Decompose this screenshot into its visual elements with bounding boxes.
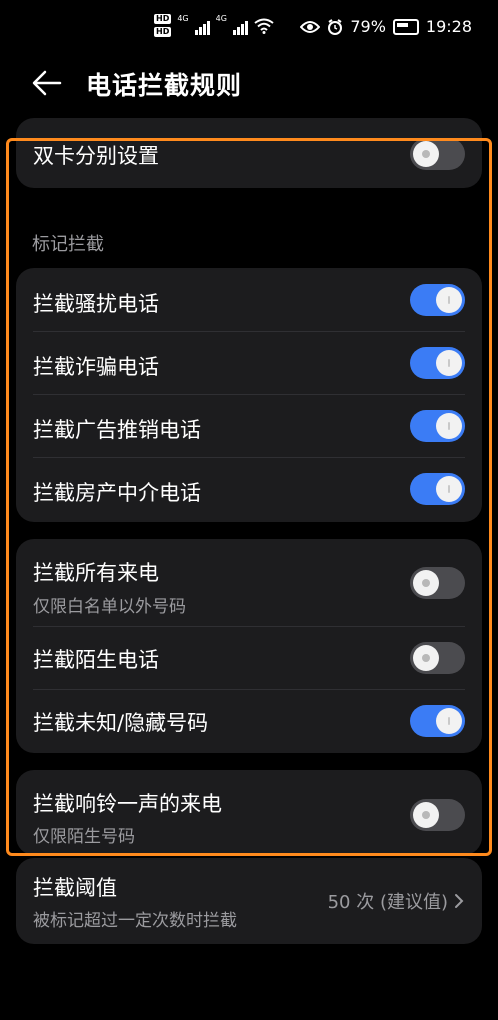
threshold-label: 拦截阈值 (33, 876, 117, 900)
row-unknown[interactable]: 拦截未知/隐藏号码 (16, 689, 482, 753)
signal-icon-2 (232, 17, 248, 35)
advertising-label: 拦截广告推销电话 (33, 418, 201, 442)
dual-card-toggle[interactable] (410, 138, 465, 170)
mark-intercept-card: 拦截骚扰电话 拦截诈骗电话 拦截广告推销电话 拦截房产中介电话 (16, 268, 482, 522)
hd-badge-2: HD (154, 27, 172, 37)
row-real-estate[interactable]: 拦截房产中介电话 (16, 457, 482, 522)
unknown-label: 拦截未知/隐藏号码 (33, 711, 209, 735)
battery-percent: 79% (350, 17, 386, 36)
call-intercept-card: 拦截所有来电 仅限白名单以外号码 拦截陌生电话 拦截未知/隐藏号码 (16, 539, 482, 753)
alarm-icon (328, 18, 343, 35)
section-title-mark: 标记拦截 (32, 234, 104, 255)
app-header: 电话拦截规则 (0, 56, 498, 112)
strangers-label: 拦截陌生电话 (33, 648, 159, 672)
all-calls-sub: 仅限白名单以外号码 (33, 597, 186, 617)
row-harassment[interactable]: 拦截骚扰电话 (16, 268, 482, 331)
arrow-left-icon[interactable] (30, 68, 64, 98)
threshold-card: 拦截阈值 被标记超过一定次数时拦截 50 次 (建议值) (16, 858, 482, 944)
battery-icon (392, 18, 419, 35)
clock: 19:28 (425, 17, 472, 36)
harassment-toggle[interactable] (410, 284, 465, 316)
network-type-1: 4G (177, 14, 189, 23)
ring-once-card: 拦截响铃一声的来电 仅限陌生号码 (16, 770, 482, 855)
row-ring-once[interactable]: 拦截响铃一声的来电 仅限陌生号码 (16, 770, 482, 855)
strangers-toggle[interactable] (410, 642, 465, 674)
advertising-toggle[interactable] (410, 410, 465, 442)
fraud-label: 拦截诈骗电话 (33, 355, 159, 379)
hd-badges: HD HD (154, 14, 172, 37)
hd-badge-1: HD (154, 14, 172, 24)
harassment-label: 拦截骚扰电话 (33, 292, 159, 316)
eye-icon (300, 20, 321, 33)
network-type-2: 4G (215, 14, 227, 23)
threshold-sub: 被标记超过一定次数时拦截 (33, 911, 237, 931)
fraud-toggle[interactable] (410, 347, 465, 379)
all-calls-toggle[interactable] (410, 567, 465, 599)
signal-icon (194, 17, 210, 35)
page-title: 电话拦截规则 (86, 71, 243, 100)
all-calls-label: 拦截所有来电 (33, 561, 159, 585)
unknown-toggle[interactable] (410, 705, 465, 737)
ring-once-label: 拦截响铃一声的来电 (33, 792, 222, 816)
row-all-calls[interactable]: 拦截所有来电 仅限白名单以外号码 (16, 539, 482, 626)
dual-card-card: 双卡分别设置 (16, 118, 482, 188)
real-estate-label: 拦截房产中介电话 (33, 481, 201, 505)
status-right: 79% 19:28 (300, 17, 472, 36)
row-advertising[interactable]: 拦截广告推销电话 (16, 394, 482, 457)
row-fraud[interactable]: 拦截诈骗电话 (16, 331, 482, 394)
row-strangers[interactable]: 拦截陌生电话 (16, 626, 482, 689)
chevron-right-icon (455, 894, 464, 908)
dual-card-label: 双卡分别设置 (33, 144, 159, 168)
status-bar: HD HD 4G 4G 79% 19:28 (0, 0, 498, 56)
status-left: HD HD 4G 4G (154, 14, 274, 37)
real-estate-toggle[interactable] (410, 473, 465, 505)
ring-once-sub: 仅限陌生号码 (33, 827, 135, 847)
threshold-value: 50 次 (建议值) (327, 892, 448, 913)
dual-card-row[interactable]: 双卡分别设置 (16, 118, 482, 188)
wifi-icon (254, 18, 274, 34)
row-threshold[interactable]: 拦截阈值 被标记超过一定次数时拦截 50 次 (建议值) (16, 858, 482, 944)
ring-once-toggle[interactable] (410, 799, 465, 831)
threshold-value-group[interactable]: 50 次 (建议值) (328, 888, 464, 914)
